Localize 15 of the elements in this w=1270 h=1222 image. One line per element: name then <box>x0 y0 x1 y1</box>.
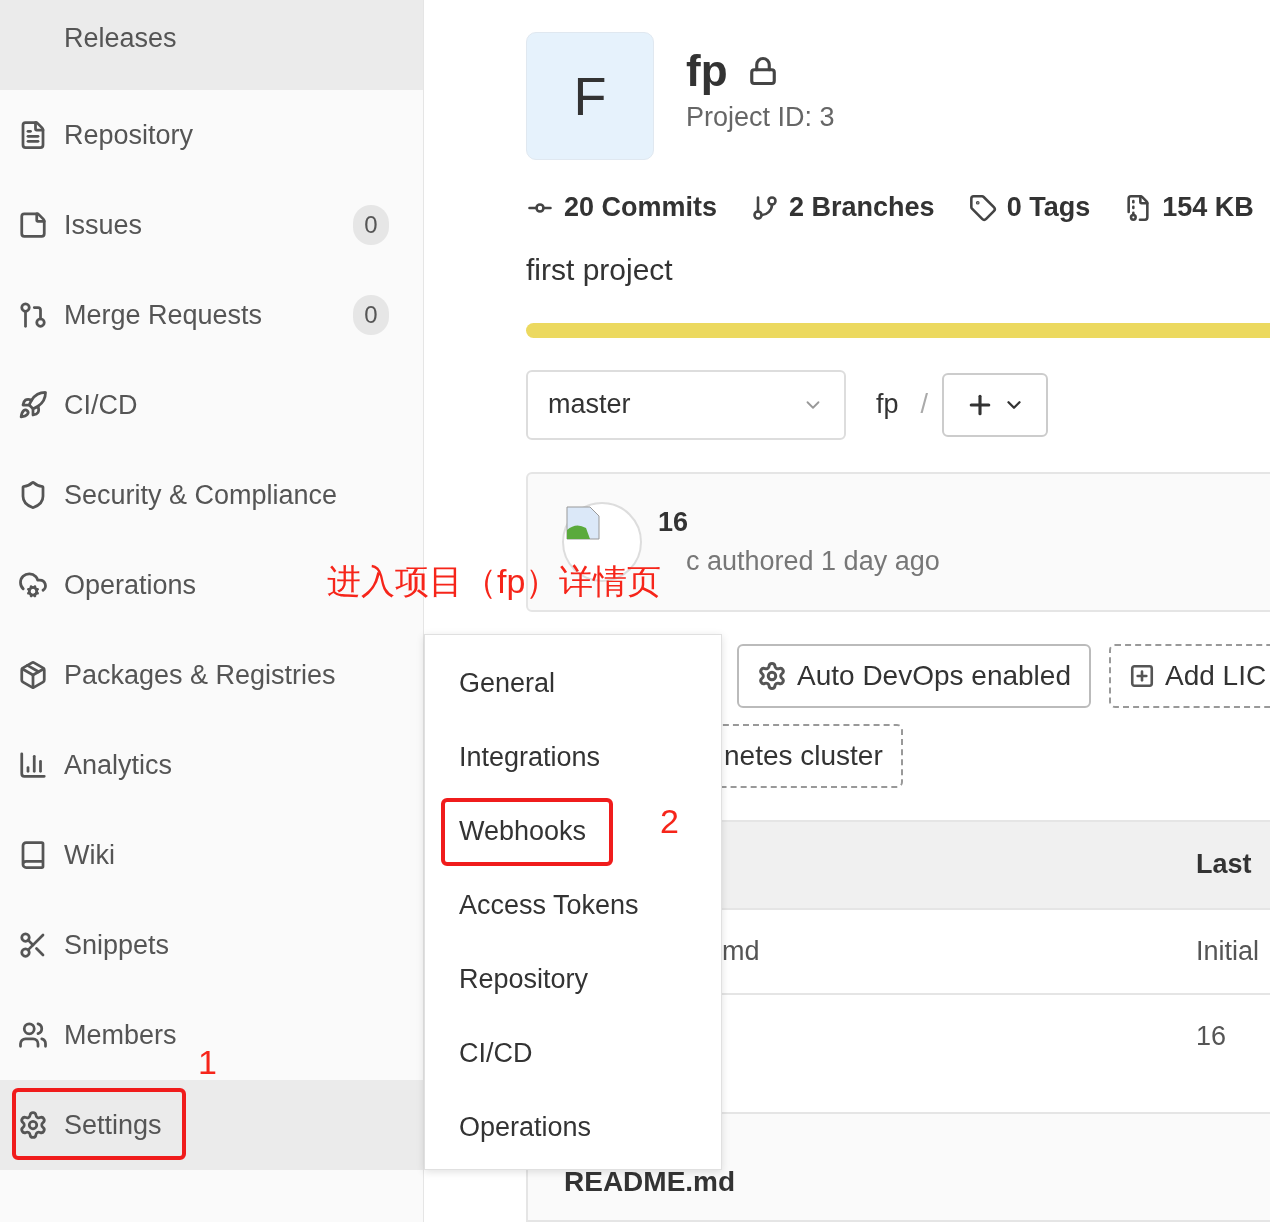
annotation-text: 进入项目（fp）详情页 <box>327 564 662 598</box>
table-cell-text: Initial <box>1196 935 1261 967</box>
table-cell-text: 16 <box>1196 1020 1228 1052</box>
project-avatar: F <box>526 32 654 160</box>
annotation-text: 2 <box>660 804 679 838</box>
project-name: fp <box>686 46 728 96</box>
project-id: Project ID: 3 <box>686 102 835 133</box>
annotation-text: 1 <box>198 1045 217 1079</box>
commit-meta: c authored 1 day ago <box>685 545 940 577</box>
count-badge: 0 <box>353 205 389 245</box>
readme-title: README.md <box>564 1164 736 1198</box>
count-badge: 0 <box>353 295 389 335</box>
path-separator: / <box>920 389 929 421</box>
column-header: Last <box>1196 849 1253 881</box>
project-description: first project <box>526 253 674 287</box>
